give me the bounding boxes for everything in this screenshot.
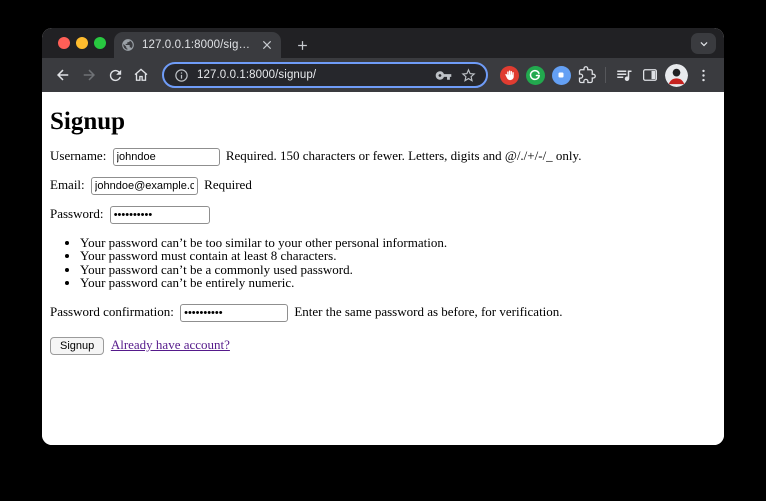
password-rule: Your password must contain at least 8 ch… xyxy=(80,249,716,262)
window-controls xyxy=(58,28,106,58)
grammarly-extension-icon[interactable] xyxy=(522,62,548,88)
minimize-window-button[interactable] xyxy=(76,37,88,49)
password-confirmation-help: Enter the same password as before, for v… xyxy=(294,304,562,319)
active-tab[interactable]: 127.0.0.1:8000/signup/ xyxy=(114,32,281,58)
tab-close-icon[interactable] xyxy=(260,38,274,52)
blue-extension-icon[interactable] xyxy=(548,62,574,88)
tab-search-button[interactable] xyxy=(691,33,716,54)
forward-button[interactable] xyxy=(76,62,102,88)
home-button[interactable] xyxy=(128,62,154,88)
form-actions: Signup Already have account? xyxy=(50,335,716,355)
extensions-puzzle-icon[interactable] xyxy=(574,62,600,88)
address-bar[interactable]: 127.0.0.1:8000/signup/ xyxy=(162,62,488,88)
browser-window: 127.0.0.1:8000/signup/ 12 xyxy=(42,28,724,445)
browser-toolbar: 127.0.0.1:8000/signup/ xyxy=(42,58,724,92)
username-input[interactable] xyxy=(113,148,220,166)
password-manager-key-icon[interactable] xyxy=(435,67,452,84)
close-window-button[interactable] xyxy=(58,37,70,49)
kebab-menu-icon[interactable] xyxy=(690,62,716,88)
page-title: Signup xyxy=(50,108,716,136)
username-label: Username: xyxy=(50,148,106,163)
password-row: Password: xyxy=(50,204,716,224)
media-controls-icon[interactable] xyxy=(611,62,637,88)
email-row: Email: Required xyxy=(50,175,716,195)
tab-strip: 127.0.0.1:8000/signup/ xyxy=(42,28,724,58)
password-rule: Your password can’t be too similar to yo… xyxy=(80,236,716,249)
fullscreen-window-button[interactable] xyxy=(94,37,106,49)
site-info-icon[interactable] xyxy=(173,67,190,84)
side-panel-icon[interactable] xyxy=(637,62,663,88)
password-input[interactable] xyxy=(110,206,210,224)
new-tab-button[interactable] xyxy=(290,33,314,57)
password-rules-list: Your password can’t be too similar to yo… xyxy=(50,236,716,290)
back-button[interactable] xyxy=(50,62,76,88)
bookmark-star-icon[interactable] xyxy=(460,67,477,84)
login-link[interactable]: Already have account? xyxy=(111,337,230,352)
page-content: Signup Username: Required. 150 character… xyxy=(42,92,724,445)
profile-avatar[interactable] xyxy=(665,64,688,87)
tab-title: 127.0.0.1:8000/signup/ xyxy=(142,39,254,51)
password-confirmation-row: Password confirmation: Enter the same pa… xyxy=(50,302,716,322)
username-help: Required. 150 characters or fewer. Lette… xyxy=(226,148,582,163)
password-rule: Your password can’t be entirely numeric. xyxy=(80,276,716,289)
email-input[interactable] xyxy=(91,177,198,195)
toolbar-separator xyxy=(605,67,606,83)
password-label: Password: xyxy=(50,206,103,221)
email-help: Required xyxy=(204,177,252,192)
password-confirmation-label: Password confirmation: xyxy=(50,304,174,319)
email-label: Email: xyxy=(50,177,85,192)
password-rule: Your password can’t be a commonly used p… xyxy=(80,263,716,276)
url-text[interactable]: 127.0.0.1:8000/signup/ xyxy=(197,69,435,81)
globe-favicon-icon xyxy=(121,38,135,52)
adblock-extension-icon[interactable] xyxy=(496,62,522,88)
reload-button[interactable] xyxy=(102,62,128,88)
signup-button[interactable]: Signup xyxy=(50,337,104,355)
password-confirmation-input[interactable] xyxy=(180,304,288,322)
username-row: Username: Required. 150 characters or fe… xyxy=(50,146,716,166)
